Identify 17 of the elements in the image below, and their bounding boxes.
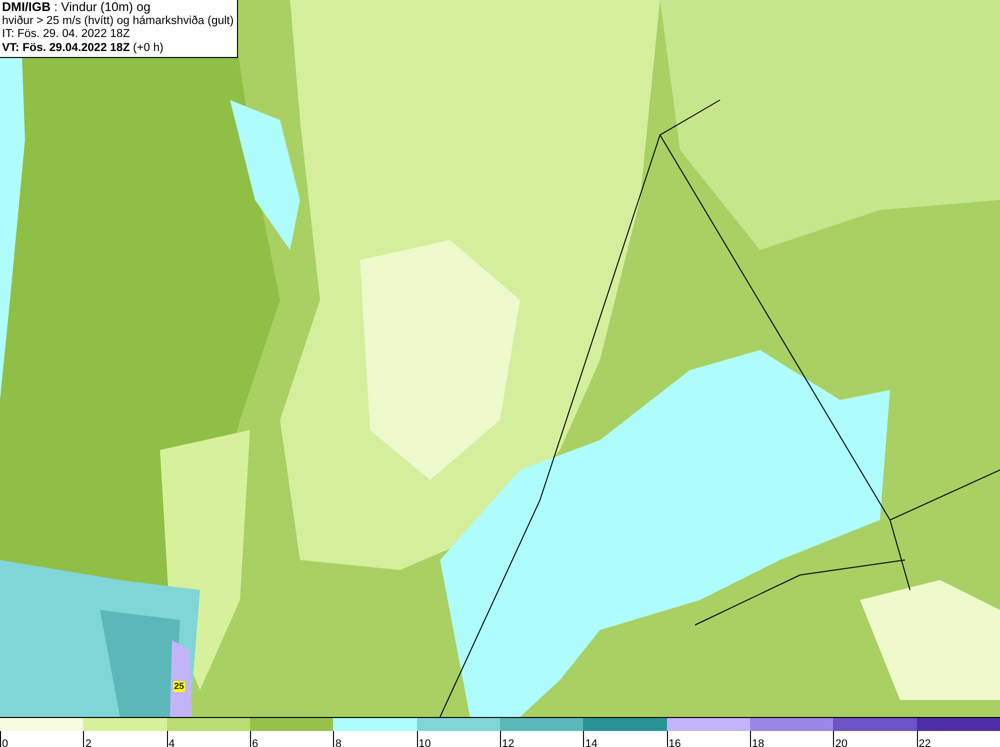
legend-tick-label: 2 [84,737,92,747]
legend-tick-label: 4 [168,737,175,747]
legend-tick-label: 8 [334,737,342,747]
title-text: hviður > 25 m/s (hvítt) og hámarkshviða (gult) [2,14,234,28]
title-text: VT: Fös. 29.04.2022 18Z (+0 h) [2,42,164,55]
legend-tick-label: 14 [584,737,598,747]
title-text: IT: Fös. 29. 04. 2022 18Z [2,28,131,42]
gust-value-label: 25 [173,681,186,692]
legend-tick-label: 20 [834,737,848,747]
legend-tick-label: 6 [250,737,258,747]
legend-tick-label: 10 [418,737,431,747]
legend-tick-label: 18 [750,737,764,747]
legend-tick-label: 0 [1,737,8,747]
legend-tick-label: 12 [500,737,514,747]
legend-tick-label: 22 [918,737,931,747]
title-text: DMI/IGB : Vindur (10m) og [2,1,150,14]
legend-tick-label: 16 [668,737,681,747]
